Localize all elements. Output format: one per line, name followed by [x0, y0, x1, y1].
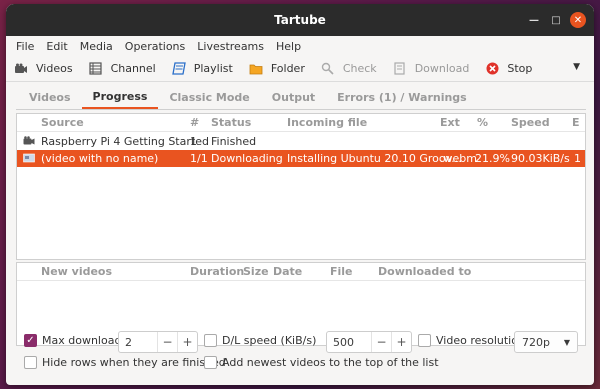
menu-operations[interactable]: Operations [119, 40, 191, 53]
download-document-icon [393, 62, 407, 76]
download-label: Download [414, 62, 470, 75]
col-ext[interactable]: Ext [440, 116, 460, 129]
hide-rows-label: Hide rows when they are finished [42, 356, 226, 369]
row-percent: 21.9% [475, 152, 510, 165]
hide-rows-checkbox[interactable]: Hide rows when they are finished [24, 356, 226, 369]
add-newest-checkbox[interactable]: Add newest videos to the top of the list [204, 356, 439, 369]
folder-button[interactable]: Folder [249, 62, 305, 76]
max-downloads-checkbox[interactable]: ✓ Max downloads [24, 334, 127, 347]
window-title: Tartube [274, 13, 326, 27]
plus-icon[interactable]: + [391, 332, 411, 352]
col-size[interactable]: Size [243, 265, 269, 278]
menu-file[interactable]: File [10, 40, 40, 53]
toolbar-overflow-arrow-icon[interactable]: ▼ [573, 62, 580, 72]
minus-icon[interactable]: − [157, 332, 177, 352]
tab-classic-mode[interactable]: Classic Mode [158, 91, 260, 109]
progress-list-header: Source # Status Incoming file Ext % Spee… [17, 114, 585, 132]
row-num: 1/1 [190, 152, 208, 165]
minimize-icon[interactable]: — [526, 12, 542, 28]
toolbar: Videos Channel Playlist Folder Check Dow… [6, 56, 594, 82]
col-speed[interactable]: Speed [511, 116, 550, 129]
options-panel: ✓ Max downloads 2 − + D/L speed (KiB/s) … [16, 331, 586, 381]
stop-icon [485, 62, 499, 76]
playlist-button[interactable]: Playlist [171, 62, 233, 76]
max-downloads-label: Max downloads [42, 334, 128, 347]
tab-videos[interactable]: Videos [18, 91, 82, 109]
video-thumbnail-icon [23, 153, 35, 163]
table-row-selected[interactable]: (video with no name) 1/1 Downloading Ins… [17, 150, 585, 167]
chevron-down-icon: ▼ [563, 337, 570, 347]
col-source[interactable]: Source [41, 116, 84, 129]
dl-speed-checkbox[interactable]: D/L speed (KiB/s) [204, 334, 316, 347]
row-ext: .webm [440, 152, 477, 165]
tab-bar: Videos Progress Classic Mode Output Erro… [16, 86, 586, 110]
col-new-videos[interactable]: New videos [41, 265, 112, 278]
max-downloads-stepper[interactable]: 2 − + [118, 331, 198, 353]
row-source: (video with no name) [41, 152, 159, 165]
folder-icon [249, 62, 263, 76]
maximize-icon[interactable]: □ [548, 12, 564, 28]
dl-speed-stepper[interactable]: 500 − + [326, 331, 412, 353]
col-eta[interactable]: E [572, 116, 580, 129]
tab-errors-warnings[interactable]: Errors (1) / Warnings [326, 91, 478, 109]
menu-edit[interactable]: Edit [40, 40, 73, 53]
table-row[interactable]: Raspberry Pi 4 Getting Started 1 Finishe… [17, 133, 585, 150]
row-incoming-file: Installing Ubuntu 20.10 Groov... [287, 152, 462, 165]
app-window: Tartube — □ ✕ File Edit Media Operations… [6, 4, 594, 385]
video-resolution-value: 720p [522, 335, 550, 349]
tab-progress[interactable]: Progress [81, 90, 159, 109]
channel-icon [89, 62, 103, 76]
stop-button[interactable]: Stop [485, 62, 532, 76]
col-duration[interactable]: Duration [190, 265, 244, 278]
max-downloads-value[interactable]: 2 [119, 336, 157, 349]
menu-media[interactable]: Media [74, 40, 119, 53]
stop-label: Stop [507, 62, 533, 75]
videos-button[interactable]: Videos [14, 62, 73, 76]
row-status: Downloading [211, 152, 283, 165]
plus-icon[interactable]: + [177, 332, 197, 352]
row-source: Raspberry Pi 4 Getting Started [41, 135, 209, 148]
checkmark-icon: ✓ [24, 334, 37, 347]
col-percent[interactable]: % [477, 116, 488, 129]
channel-label: Channel [110, 62, 156, 75]
menu-livestreams[interactable]: Livestreams [191, 40, 270, 53]
col-incoming-file[interactable]: Incoming file [287, 116, 367, 129]
check-button[interactable]: Check [321, 62, 377, 76]
titlebar: Tartube — □ ✕ [6, 4, 594, 36]
row-eta: 1 [574, 152, 581, 165]
minus-icon[interactable]: − [371, 332, 391, 352]
new-videos-header: New videos Duration Size Date File Downl… [17, 263, 585, 281]
download-button[interactable]: Download [393, 62, 470, 76]
col-status[interactable]: Status [211, 116, 251, 129]
channel-button[interactable]: Channel [89, 62, 156, 76]
videos-label: Videos [36, 62, 73, 75]
check-label: Check [342, 62, 377, 75]
menu-help[interactable]: Help [270, 40, 307, 53]
video-camera-icon [23, 136, 35, 146]
video-resolution-label: Video resolution [436, 334, 525, 347]
playlist-icon [171, 62, 186, 76]
col-num[interactable]: # [190, 116, 199, 129]
row-speed: 90.03KiB/s [511, 152, 570, 165]
menubar: File Edit Media Operations Livestreams H… [6, 36, 594, 56]
row-status: Finished [211, 135, 257, 148]
row-num: 1 [190, 135, 197, 148]
video-resolution-checkbox[interactable]: Video resolution [418, 334, 525, 347]
close-icon[interactable]: ✕ [570, 12, 586, 28]
col-file[interactable]: File [330, 265, 353, 278]
tab-output[interactable]: Output [261, 91, 326, 109]
add-newest-label: Add newest videos to the top of the list [222, 356, 439, 369]
col-downloaded-to[interactable]: Downloaded to [378, 265, 471, 278]
playlist-label: Playlist [193, 62, 233, 75]
dl-speed-label: D/L speed (KiB/s) [222, 334, 317, 347]
progress-list[interactable]: Source # Status Incoming file Ext % Spee… [16, 113, 586, 260]
video-resolution-select[interactable]: 720p ▼ [514, 331, 578, 353]
col-date[interactable]: Date [273, 265, 302, 278]
dl-speed-value[interactable]: 500 [327, 336, 371, 349]
magnifier-icon [321, 62, 335, 76]
video-camera-icon [14, 62, 28, 76]
folder-label: Folder [270, 62, 305, 75]
